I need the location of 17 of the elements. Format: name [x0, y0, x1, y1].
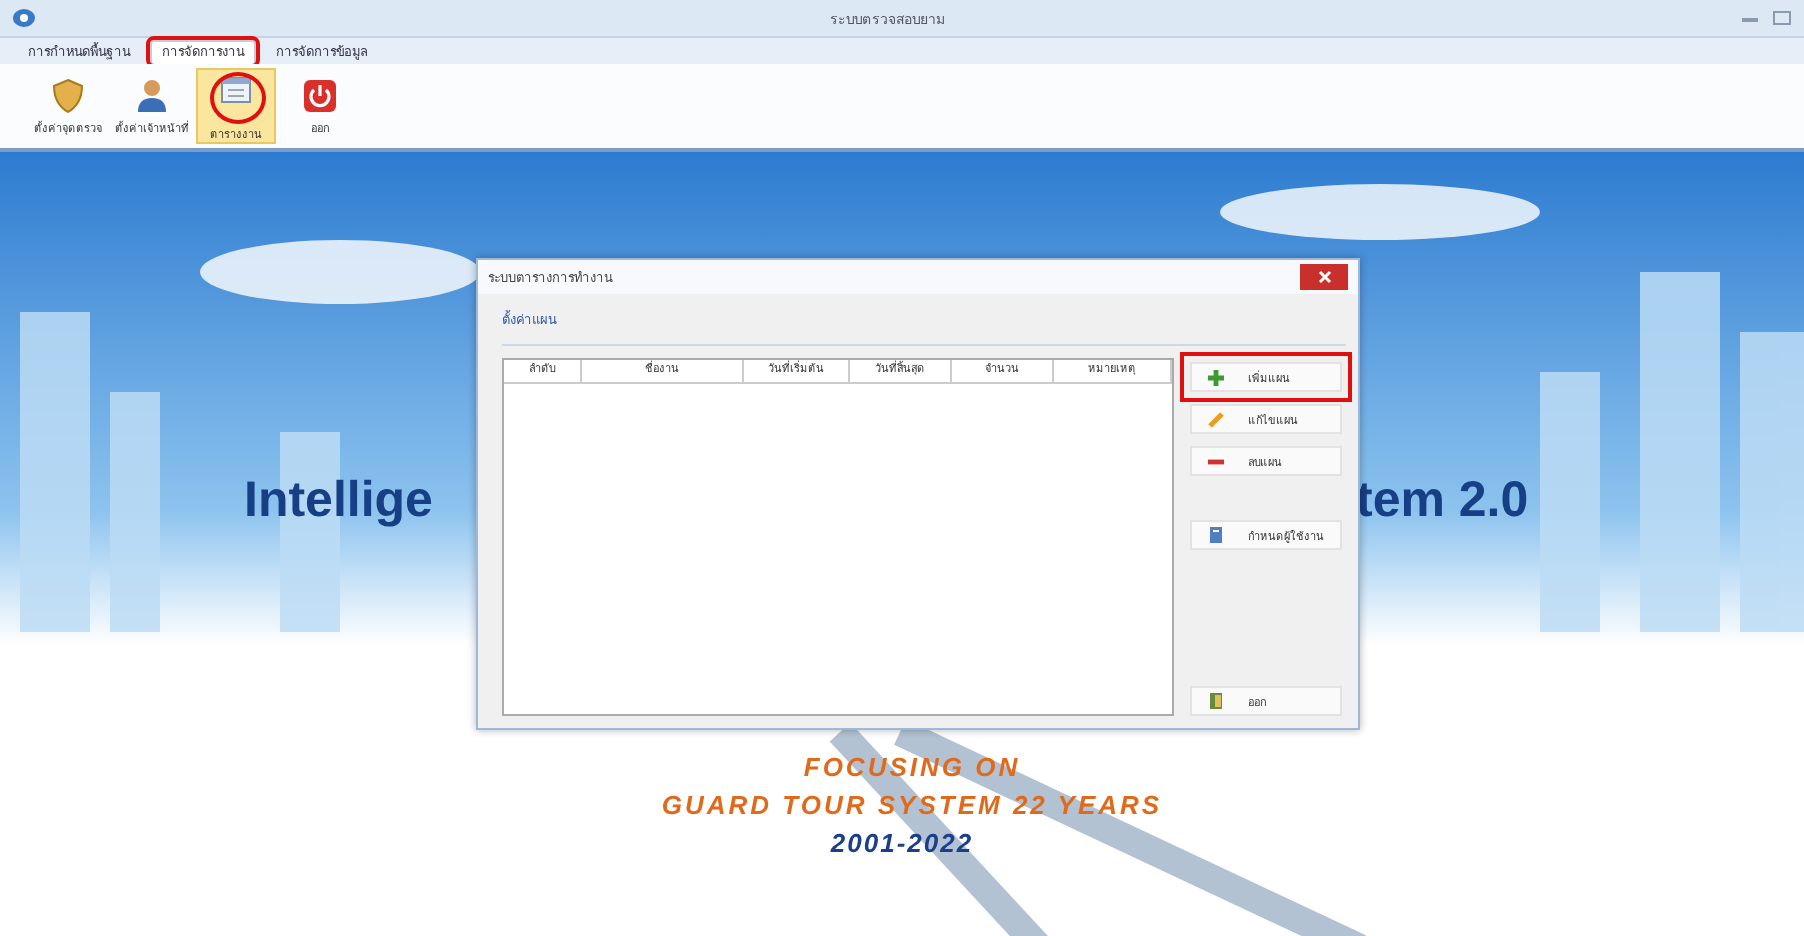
user-icon	[134, 77, 170, 113]
calendar-icon	[218, 71, 254, 107]
tagline-text: FOCUSING ON	[803, 750, 1021, 786]
close-icon	[1317, 270, 1331, 284]
tagline-text: GUARD TOUR SYSTEM 22 YEARS	[661, 788, 1163, 824]
document-icon	[1208, 526, 1224, 544]
power-icon	[302, 77, 338, 113]
headline-text: Intellige	[244, 472, 433, 530]
plus-icon	[1208, 369, 1224, 385]
close-button[interactable]	[1300, 264, 1348, 290]
years-text: 2001-2022	[830, 826, 974, 862]
shield-icon	[50, 77, 86, 113]
door-icon	[1208, 692, 1224, 710]
app-logo-icon	[12, 8, 36, 28]
pencil-icon	[1208, 411, 1224, 427]
maximize-icon[interactable]	[1772, 10, 1792, 26]
headline-text: tem 2.0	[1356, 472, 1529, 530]
